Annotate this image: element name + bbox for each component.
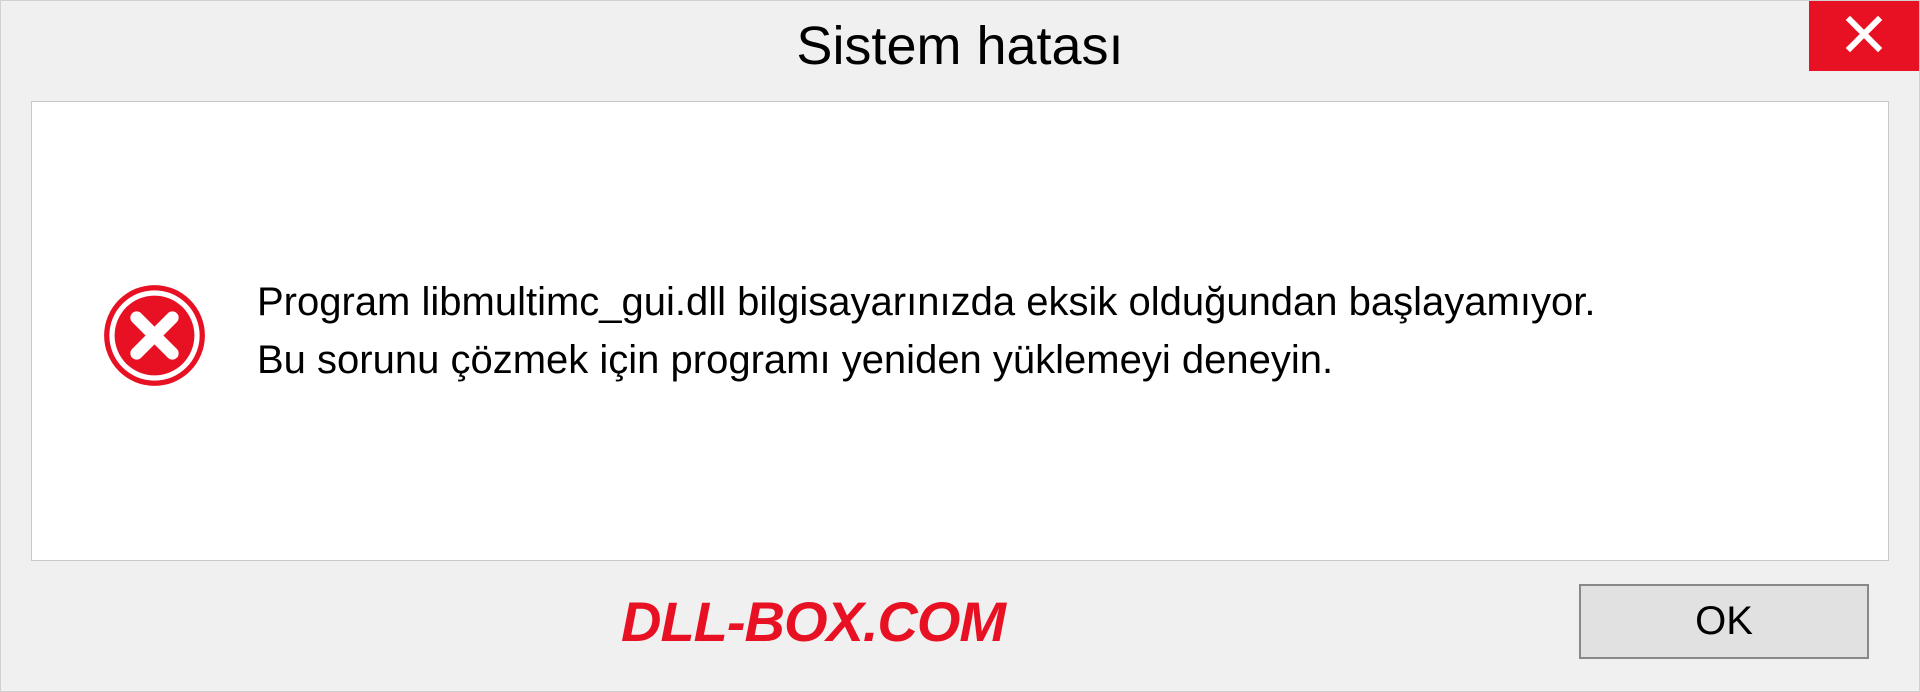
message-line-1: Program libmultimc_gui.dll bilgisayarını… (257, 273, 1595, 331)
error-icon (102, 283, 207, 388)
error-dialog: Sistem hatası Program libmultimc_gui.dll… (0, 0, 1920, 692)
dialog-footer: DLL-BOX.COM OK (1, 561, 1919, 691)
dialog-title: Sistem hatası (796, 15, 1123, 77)
titlebar: Sistem hatası (1, 1, 1919, 91)
close-icon (1844, 14, 1884, 59)
message-line-2: Bu sorunu çözmek için programı yeniden y… (257, 331, 1595, 389)
error-message: Program libmultimc_gui.dll bilgisayarını… (257, 273, 1595, 389)
content-panel: Program libmultimc_gui.dll bilgisayarını… (31, 101, 1889, 561)
close-button[interactable] (1809, 1, 1919, 71)
ok-button[interactable]: OK (1579, 584, 1869, 659)
watermark-text: DLL-BOX.COM (621, 589, 1005, 654)
